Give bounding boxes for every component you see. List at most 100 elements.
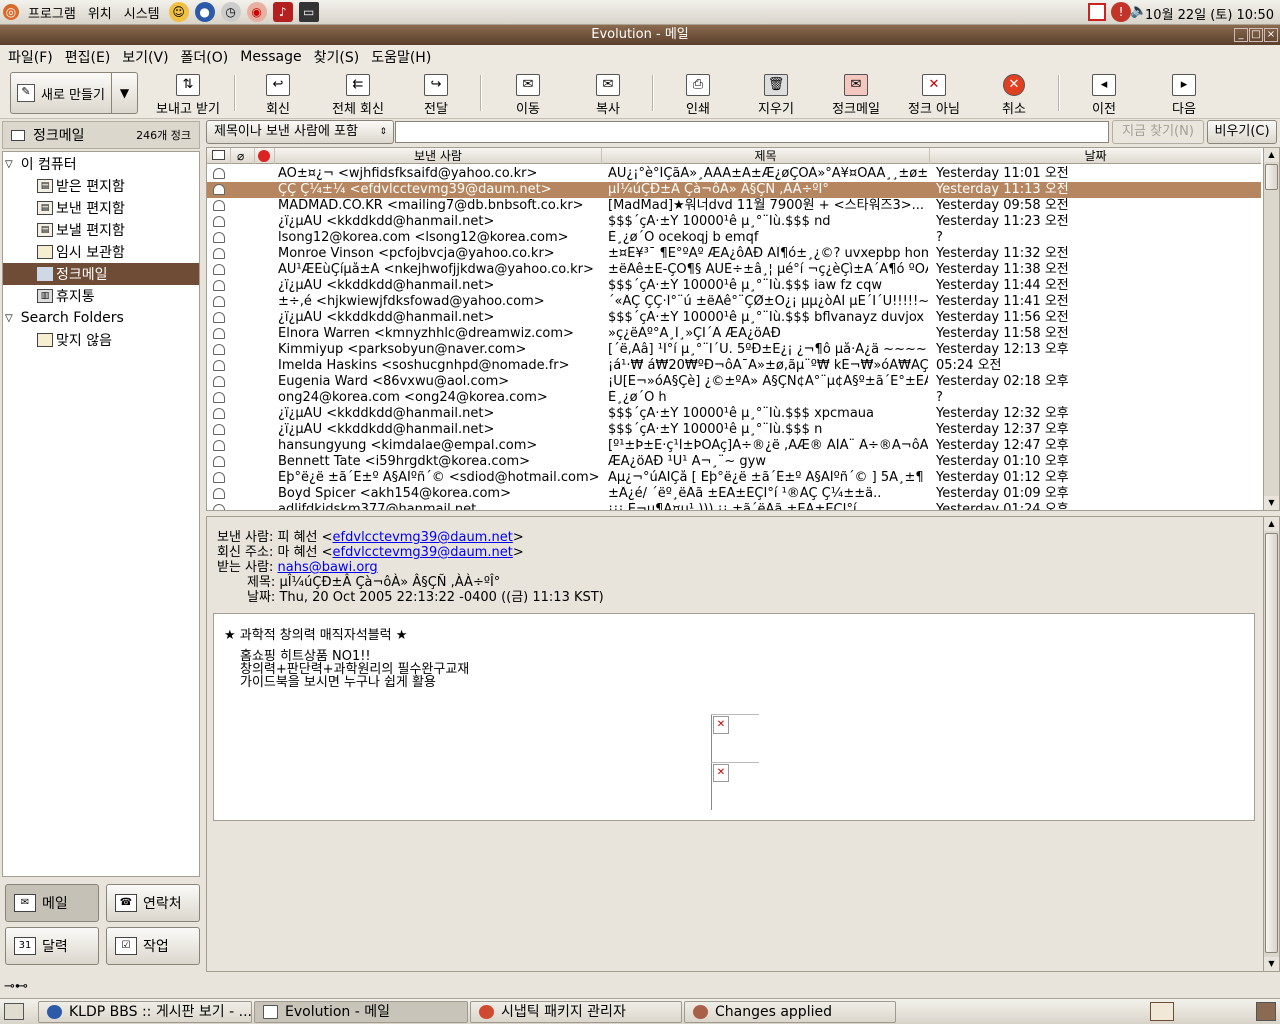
tree-item-inbox[interactable]: ▤ 받은 편지함	[37, 175, 125, 197]
message-row[interactable]: ¿ï¿µÀÚ <kkddkdd@hanmail.net> $$$´çÃ·±Ý 10…	[207, 214, 1261, 230]
update-icon[interactable]: !	[1111, 2, 1131, 22]
envelope-icon[interactable]	[213, 424, 225, 435]
move-button[interactable]: ✉ 이동	[490, 72, 566, 117]
menu-view[interactable]: 보기(V)	[116, 47, 174, 67]
delete-button[interactable]: 🗑 지우기	[738, 72, 814, 117]
envelope-icon[interactable]	[213, 456, 225, 467]
switcher-calendar-button[interactable]: 31 달력	[5, 927, 99, 965]
envelope-icon[interactable]	[213, 248, 225, 259]
message-row[interactable]: Eugenia Ward <86vxwu@aol.com> ¡Ù[È¬»óÃ§Çè…	[207, 374, 1261, 390]
attachment-column-header[interactable]: ⌀	[231, 148, 255, 164]
envelope-icon[interactable]	[213, 232, 225, 243]
panel-clock[interactable]: 10월 22일 (토) 10:50	[1145, 4, 1274, 23]
envelope-icon[interactable]	[213, 264, 225, 275]
clock-app-icon[interactable]: ◷	[220, 2, 241, 22]
envelope-icon[interactable]	[213, 184, 225, 195]
message-list-scrollbar[interactable]: ▲ ▼	[1263, 148, 1279, 510]
envelope-icon[interactable]	[213, 376, 225, 387]
envelope-icon[interactable]	[213, 440, 225, 451]
expander-open-icon[interactable]: ▽	[5, 159, 13, 170]
envelope-icon[interactable]	[213, 200, 225, 211]
switcher-mail-button[interactable]: ✉ 메일	[5, 884, 99, 922]
message-row[interactable]: hansungyung <kimdalae@empal.com> [º¹±Þ±Ë·…	[207, 438, 1261, 454]
tree-item-outbox[interactable]: ▤ 보낼 편지함	[37, 219, 125, 241]
junk-button[interactable]: ✉ 정크메일	[818, 72, 894, 117]
mail-notify-icon[interactable]	[1150, 1002, 1174, 1021]
tree-item-sent[interactable]: ▤ 보낸 편지함	[37, 197, 125, 219]
menu-help[interactable]: 도움말(H)	[365, 47, 437, 67]
broken-image-icon[interactable]: ✕	[713, 764, 729, 782]
audio-icon[interactable]: ♪	[272, 2, 293, 22]
new-button[interactable]: ✎ 새로 만들기 ▼	[10, 72, 138, 114]
print-button[interactable]: ⎙ 인쇄	[660, 72, 736, 117]
message-row[interactable]: lsong12@korea.com <lsong12@korea.com> È¸¿…	[207, 230, 1261, 246]
scrollbar-thumb[interactable]	[1265, 164, 1278, 190]
envelope-icon[interactable]	[213, 344, 225, 355]
offline-connection-icon[interactable]: ⊸⊷	[4, 979, 28, 994]
terminal-icon[interactable]: ▭	[298, 2, 319, 22]
message-row[interactable]: ÃÖ±¤¿¬ <wjhfidsfksaifd@yahoo.co.kr> ÀÚ¿¡°…	[207, 166, 1261, 182]
envelope-icon[interactable]	[213, 392, 225, 403]
message-row[interactable]: MADMAD.CO.KR <mailing7@db.bnbsoft.co.kr>…	[207, 198, 1261, 214]
tree-item-trash[interactable]: ▥ 휴지통	[37, 285, 95, 307]
message-row[interactable]: ong24@korea.com <ong24@korea.com> È¸¿ø´Ô …	[207, 390, 1261, 406]
close-icon[interactable]: ×	[1264, 28, 1278, 42]
scroll-down-icon[interactable]: ▼	[1264, 496, 1279, 510]
menu-file[interactable]: 파일(F)	[2, 47, 59, 67]
send-receive-button[interactable]: ⇅ 보내고 받기	[150, 72, 226, 117]
envelope-icon[interactable]	[213, 168, 225, 179]
show-desktop-icon[interactable]	[4, 1003, 24, 1020]
find-now-button[interactable]: 지금 찾기(N)	[1112, 120, 1204, 144]
scroll-down-icon[interactable]: ▼	[1264, 957, 1279, 971]
envelope-icon[interactable]	[213, 360, 225, 371]
tree-item-junk[interactable]: 정크메일	[3, 263, 199, 285]
new-dropdown-arrow-icon[interactable]: ▼	[111, 73, 137, 113]
message-row[interactable]: Èþ°ë¿ë ±ã´Ê±º Â§ÂÌºñ´© <sdiod@hotmail.co…	[207, 470, 1261, 486]
scroll-up-icon[interactable]: ▲	[1264, 517, 1279, 531]
switcher-tasks-button[interactable]: ☑ 작업	[106, 927, 200, 965]
envelope-icon[interactable]	[213, 216, 225, 227]
scroll-up-icon[interactable]: ▲	[1264, 148, 1279, 162]
menu-edit[interactable]: 편집(E)	[59, 47, 117, 67]
status-column-header[interactable]	[207, 148, 231, 164]
message-row[interactable]: Bennett Tate <i59hrgdkt@korea.com> ÆÄ¿öÀÐ…	[207, 454, 1261, 470]
firefox-icon[interactable]: ●	[194, 2, 215, 22]
subject-column-header[interactable]: 제목	[602, 148, 930, 164]
tree-item-search-folders[interactable]: ▽ Search Folders	[5, 307, 124, 329]
task-synaptic[interactable]: 시냅틱 패키지 관리자	[470, 1001, 682, 1023]
menu-places[interactable]: 위치	[82, 3, 118, 22]
task-kldp-bbs[interactable]: KLDP BBS :: 게시판 보기 - ...	[38, 1001, 252, 1023]
message-row[interactable]: ¿ï¿µÀÚ <kkddkdd@hanmail.net> $$$´çÃ·±Ý 10…	[207, 278, 1261, 294]
minimize-icon[interactable]: _	[1234, 28, 1248, 42]
ubuntu-logo-icon[interactable]: ◎	[3, 4, 19, 20]
task-evolution[interactable]: Evolution - 메일	[254, 1001, 468, 1023]
message-row[interactable]: Monroe Vinson <pcfojbvcja@yahoo.co.kr> ±¤…	[207, 246, 1261, 262]
message-row[interactable]: adlifdkjdskm377@hanmail.net ¡¡¡ È¬µ¶Ã¤µ¹ …	[207, 502, 1261, 510]
scrollbar-thumb[interactable]	[1265, 533, 1278, 953]
message-row[interactable]: ¿ï¿µÀÚ <kkddkdd@hanmail.net> $$$´çÃ·±Ý 10…	[207, 406, 1261, 422]
message-row[interactable]: ±÷,é <hjkwiewjfdksfowad@yahoo.com> ´«ÂÇ Ç…	[207, 294, 1261, 310]
message-row[interactable]: Kimmiyup <parksobyun@naver.com> [´ë,Ãâ] ¹…	[207, 342, 1261, 358]
message-row[interactable]: ÇÇ Ç¼±¼ <efdvlcctevmg39@daum.net> µÎ¼úÇÐ±…	[207, 182, 1261, 198]
menu-message[interactable]: Message	[234, 49, 307, 65]
menu-search[interactable]: 찾기(S)	[308, 47, 366, 67]
switcher-contacts-button[interactable]: ☎ 연락처	[106, 884, 200, 922]
copy-button[interactable]: ✉ 복사	[570, 72, 646, 117]
message-row[interactable]: Boyd Spicer <akh154@korea.com> ±Â¿é/ ´ëº¸…	[207, 486, 1261, 502]
menu-applications[interactable]: 프로그램	[22, 3, 82, 22]
tree-item-drafts[interactable]: 임시 보관함	[37, 241, 125, 263]
cancel-button[interactable]: ✕ 취소	[976, 72, 1052, 117]
notification-box-icon[interactable]	[1088, 3, 1106, 21]
envelope-icon[interactable]	[213, 312, 225, 323]
broken-image-icon[interactable]: ✕	[713, 716, 729, 734]
message-row[interactable]: Elnora Warren <kmnyzhhlc@dreamwiz.com> »ç…	[207, 326, 1261, 342]
menu-folder[interactable]: 폴더(O)	[175, 47, 235, 67]
message-row[interactable]: ¿ï¿µÀÚ <kkddkdd@hanmail.net> $$$´çÃ·±Ý 10…	[207, 422, 1261, 438]
from-column-header[interactable]: 보낸 사람	[275, 148, 602, 164]
maximize-icon[interactable]: □	[1249, 28, 1263, 42]
help-icon[interactable]: ◉	[246, 2, 267, 22]
search-input[interactable]	[395, 121, 1109, 143]
envelope-icon[interactable]	[213, 296, 225, 307]
envelope-icon[interactable]	[213, 408, 225, 419]
expander-open-icon[interactable]: ▽	[5, 313, 13, 324]
